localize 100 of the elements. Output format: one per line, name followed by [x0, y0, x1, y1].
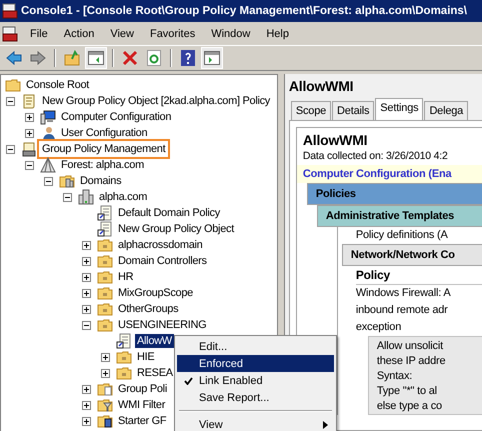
document-shortcut-icon: [97, 205, 113, 221]
tree-item[interactable]: Console Root: [24, 78, 92, 92]
expand-toggle[interactable]: [82, 256, 90, 266]
tree-item[interactable]: alphacrossdomain: [116, 238, 204, 252]
expand-toggle[interactable]: [82, 320, 90, 330]
tree-item[interactable]: alpha.com: [97, 190, 150, 204]
tree-item[interactable]: HR: [116, 270, 136, 284]
folder-servers-icon: [59, 173, 75, 189]
expand-toggle[interactable]: [62, 192, 72, 202]
tree-item[interactable]: USENGINEERING: [116, 318, 208, 332]
note-text: Syntax:: [376, 369, 414, 384]
expand-toggle[interactable]: [100, 352, 110, 362]
tree-item[interactable]: Default Domain Policy: [116, 206, 222, 220]
tree-item[interactable]: Group Poli: [116, 382, 169, 396]
collected-date: Data collected on: 3/26/2010 4:2: [302, 150, 449, 164]
folder-icon: [116, 365, 132, 381]
menu-item[interactable]: Link Enabled: [177, 372, 334, 389]
folder-icon: [5, 77, 21, 93]
tab[interactable]: Scope: [290, 101, 332, 120]
tree-item[interactable]: AllowW: [135, 334, 174, 348]
menu-item[interactable]: Save Report...: [177, 389, 334, 406]
servers-icon: [78, 189, 94, 205]
toolbox-icon: [2, 26, 18, 42]
expand-toggle[interactable]: [6, 144, 14, 154]
report-text: exception: [356, 320, 402, 335]
policy-heading: Policy: [356, 266, 482, 285]
menu-item[interactable]: Favorites: [142, 28, 204, 40]
section-header: Policies: [306, 183, 482, 205]
tree-item[interactable]: HIE: [135, 350, 156, 364]
menu-item[interactable]: View: [177, 416, 334, 431]
menu-item[interactable]: View: [102, 28, 142, 40]
folder-funnel-icon: [97, 397, 113, 413]
toolbox-icon: [2, 3, 18, 19]
expand-toggle[interactable]: [100, 368, 110, 378]
expand-toggle[interactable]: [82, 288, 90, 298]
folder-document-icon: [97, 381, 113, 397]
folder-icon: [97, 237, 113, 253]
tree-item[interactable]: New Group Policy Object: [116, 222, 236, 236]
tab[interactable]: Settings: [375, 98, 424, 120]
folder-icon: [97, 253, 113, 269]
folder-icon: [97, 269, 113, 285]
section-header: Computer Configuration (Ena: [296, 165, 482, 183]
console-tree-icon: [88, 51, 104, 65]
scroll-icon: [21, 93, 37, 109]
expand-toggle[interactable]: [82, 384, 90, 394]
menu-item[interactable]: Enforced: [177, 355, 334, 372]
tree-item[interactable]: MixGroupScope: [116, 286, 195, 300]
tree-item[interactable]: WMI Filter: [116, 398, 168, 412]
expand-toggle[interactable]: [82, 304, 90, 314]
triangles-icon: [40, 157, 56, 173]
note-text: Type "*" to al: [376, 384, 438, 399]
expand-toggle[interactable]: [24, 112, 34, 122]
forward-arrow-icon: [30, 51, 46, 65]
document-shortcut-icon: [116, 333, 132, 349]
folder-document-icon: [97, 413, 113, 429]
toolbar-button[interactable]: [201, 47, 223, 69]
report-text: Windows Firewall: A: [356, 286, 452, 301]
menu-item[interactable]: File: [22, 28, 56, 40]
details-title: AllowWMI: [288, 78, 354, 96]
folder-icon: [97, 285, 113, 301]
tree-item[interactable]: Domains: [78, 174, 124, 188]
tree-item[interactable]: User Configuration: [59, 126, 150, 140]
expand-toggle[interactable]: [82, 240, 90, 250]
expand-toggle[interactable]: [24, 160, 34, 170]
help-icon: [181, 50, 195, 66]
note-text: these IP addre: [376, 354, 446, 369]
delete-icon: [122, 50, 138, 66]
tree-item[interactable]: RESEA: [135, 366, 175, 380]
expand-toggle[interactable]: [82, 416, 90, 426]
folder-icon: [97, 317, 113, 333]
folder-icon: [116, 349, 132, 365]
tab[interactable]: Delega: [424, 101, 468, 120]
tree-item[interactable]: Computer Configuration: [59, 110, 174, 124]
tree-item[interactable]: Forest: alpha.com: [59, 158, 146, 172]
note-text: Allow unsolicit: [376, 339, 444, 354]
scroll-icon: [21, 141, 37, 157]
expand-toggle[interactable]: [82, 272, 90, 282]
expand-toggle[interactable]: [44, 176, 52, 186]
expand-toggle[interactable]: [24, 128, 34, 138]
tree-item[interactable]: Group Policy Management: [40, 142, 168, 156]
tree-item[interactable]: Domain Controllers: [116, 254, 209, 268]
tab[interactable]: Details: [332, 101, 374, 120]
tree-item[interactable]: New Group Policy Object [2kad.alpha.com] Policy: [40, 94, 272, 108]
tree-item[interactable]: Starter GF: [116, 414, 168, 428]
toolbar-button[interactable]: [85, 47, 107, 69]
menu-item[interactable]: Action: [56, 28, 102, 40]
submenu-arrow-icon: [323, 420, 328, 428]
folder-icon: [97, 301, 113, 317]
menu-item[interactable]: Edit...: [177, 338, 334, 355]
computer-icon: [40, 109, 56, 125]
action-pane-icon: [204, 51, 220, 65]
section-header: Administrative Templates: [316, 205, 482, 227]
menu-item[interactable]: Window: [203, 28, 258, 40]
tree-item[interactable]: OtherGroups: [116, 302, 180, 316]
refresh-icon: [147, 50, 161, 66]
expand-toggle[interactable]: [82, 400, 90, 410]
menu-item[interactable]: Help: [258, 28, 297, 40]
expand-toggle[interactable]: [6, 96, 14, 106]
note-text: else type a co: [376, 399, 443, 414]
window-title: Console1 - [Console Root\Group Policy Management\Forest: alpha.com\Domains\: [21, 5, 468, 17]
